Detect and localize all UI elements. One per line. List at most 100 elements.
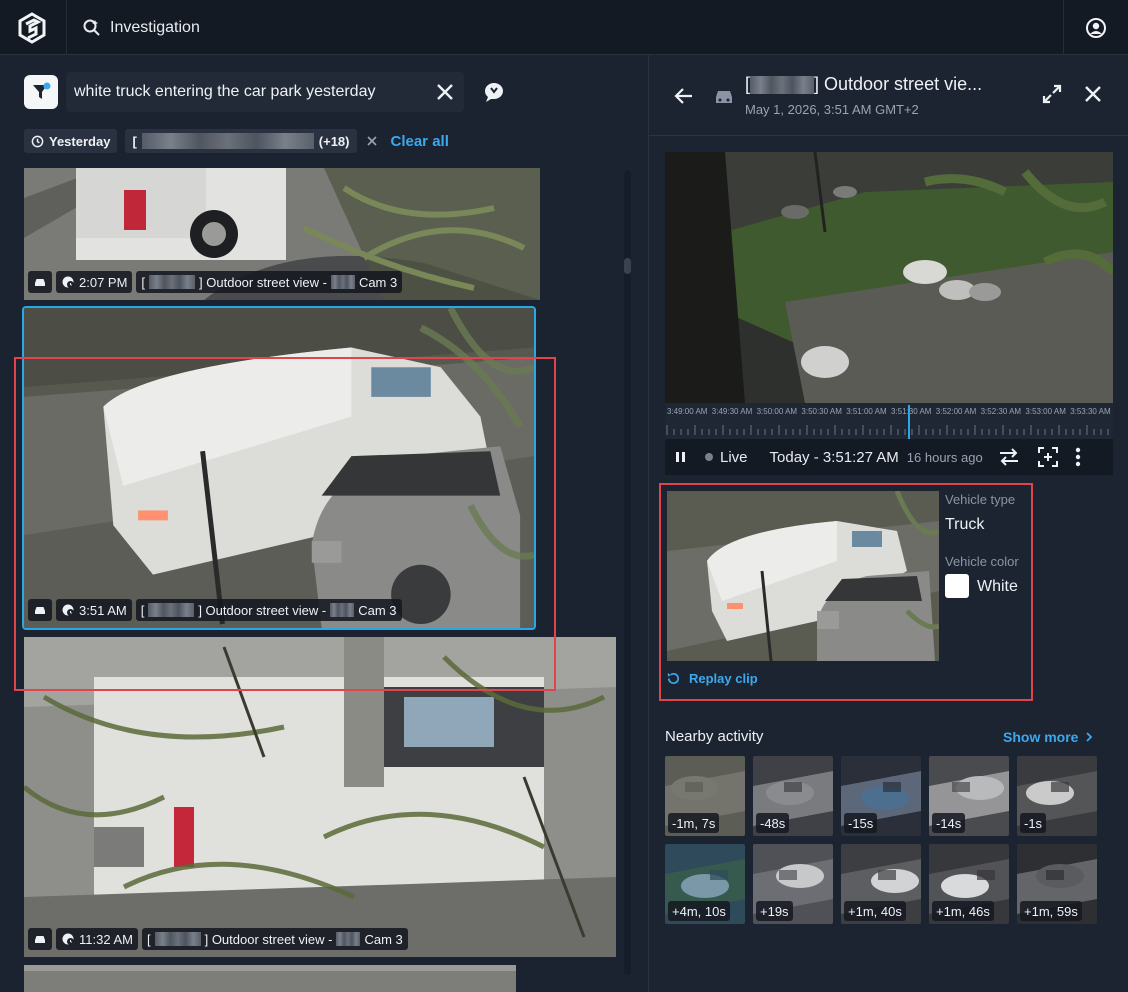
timeline-label: 3:51:30 AM	[891, 407, 932, 416]
video-player[interactable]: 3:49:00 AM 3:49:30 AM 3:50:00 AM 3:50:30 AM…	[665, 152, 1113, 475]
vehicle-color-value: White	[977, 578, 1018, 595]
clear-all-link[interactable]: Clear all	[391, 133, 449, 150]
timeline-label: 3:53:00 AM	[1025, 407, 1066, 416]
globe-clock-icon	[62, 276, 74, 288]
divider	[649, 135, 1128, 136]
detection-snapshot[interactable]	[667, 491, 939, 661]
nearby-time-offset: -48s	[756, 813, 790, 833]
nearby-thumbnail[interactable]: -48s	[753, 756, 833, 836]
live-button[interactable]: Live	[720, 449, 748, 466]
timeline-label: 3:49:30 AM	[712, 407, 753, 416]
timeline-label: 3:49:00 AM	[667, 407, 708, 416]
divider	[1063, 0, 1064, 55]
top-bar: Investigation	[0, 0, 1128, 55]
redacted-site	[154, 932, 201, 946]
vehicle-type-value: Truck	[945, 516, 985, 533]
swap-camera-icon[interactable]	[997, 446, 1021, 468]
nearby-time-offset: -15s	[844, 813, 878, 833]
nav-investigation[interactable]: Investigation	[82, 16, 200, 40]
timeline-label: 3:51:00 AM	[846, 407, 887, 416]
bracket-text: [	[132, 133, 137, 149]
nearby-time-offset: +19s	[756, 901, 793, 921]
timeline-label: 3:50:30 AM	[801, 407, 842, 416]
nearby-time-offset: +4m, 10s	[668, 901, 730, 921]
result-location: ] Outdoor street view -	[199, 274, 327, 290]
filter-button[interactable]	[24, 75, 58, 109]
replay-clip-link[interactable]: Replay clip	[689, 671, 758, 686]
nearby-thumbnail[interactable]: +4m, 10s	[665, 844, 745, 924]
live-dot-icon	[705, 453, 713, 461]
replay-icon[interactable]	[666, 671, 681, 686]
result-card[interactable]	[24, 965, 516, 992]
car-icon	[716, 91, 732, 103]
nearby-thumbnail[interactable]: +1m, 46s	[929, 844, 1009, 924]
nearby-thumbnail[interactable]: -1m, 7s	[665, 756, 745, 836]
detail-subtitle: May 1, 2026, 3:51 AM GMT+2	[745, 102, 919, 117]
camera-filter-chip[interactable]: [ (+18)	[125, 129, 357, 153]
playback-relative-time: 16 hours ago	[906, 449, 983, 465]
nav-investigation-label: Investigation	[110, 19, 200, 36]
detection-details-box: Vehicle type Truck Vehicle color White R…	[659, 483, 1033, 701]
redacted-camera	[330, 275, 355, 289]
nearby-time-offset: +1m, 59s	[1020, 901, 1082, 921]
nearby-time-offset: +1m, 46s	[932, 901, 994, 921]
result-meta: 2:07 PM [] Outdoor street view - Cam 3	[28, 271, 403, 293]
redacted-site	[149, 275, 196, 289]
playback-timestamp: Today - 3:51:27 AM	[769, 448, 899, 466]
globe-clock-icon	[62, 933, 74, 945]
app-logo-icon[interactable]	[14, 10, 50, 46]
investigation-search-icon	[83, 19, 100, 36]
chevron-right-icon[interactable]	[1084, 731, 1094, 743]
nearby-thumbnail[interactable]: -1s	[1017, 756, 1097, 836]
vehicle-tag	[28, 271, 52, 293]
redacted-camera	[336, 932, 361, 946]
clear-search-icon[interactable]	[434, 81, 456, 103]
vehicle-tag	[28, 928, 52, 950]
nearby-time-offset: -14s	[932, 813, 966, 833]
more-options-icon[interactable]	[1075, 447, 1081, 467]
result-card[interactable]: 2:07 PM [] Outdoor street view - Cam 3	[24, 168, 540, 300]
pause-icon[interactable]	[675, 451, 687, 463]
focus-zoom-icon[interactable]	[1037, 446, 1059, 468]
nearby-thumbnail[interactable]: +1m, 59s	[1017, 844, 1097, 924]
camera-filter-count: (+18)	[318, 133, 350, 149]
nearby-thumbnail[interactable]: -14s	[929, 756, 1009, 836]
back-arrow-icon[interactable]	[673, 85, 695, 107]
nearby-thumbnail[interactable]: +1m, 40s	[841, 844, 921, 924]
selected-result-highlight	[14, 357, 556, 691]
result-meta: 11:32 AM [ ] Outdoor street view - Cam 3	[28, 928, 408, 950]
vehicle-type-label: Vehicle type	[945, 492, 1016, 507]
date-filter-label: Yesterday	[49, 133, 111, 149]
search-input[interactable]: white truck entering the car park yester…	[66, 72, 464, 112]
time-tag: 11:32 AM	[56, 928, 138, 950]
detail-panel: [] Outdoor street vie... May 1, 2026, 3:…	[648, 55, 1128, 992]
close-icon[interactable]	[1082, 83, 1104, 105]
redacted-site	[750, 76, 815, 95]
camera-video-frame	[665, 152, 1113, 403]
timeline-label: 3:50:00 AM	[757, 407, 798, 416]
filter-icon	[33, 82, 51, 99]
date-filter-chip[interactable]: Yesterday	[24, 129, 118, 153]
feedback-chat-icon[interactable]	[483, 81, 505, 103]
search-query-text[interactable]: white truck entering the car park yester…	[74, 83, 375, 101]
bracket-text: [	[146, 931, 151, 947]
remove-chip-icon[interactable]	[365, 134, 379, 148]
nearby-thumbnail[interactable]: -15s	[841, 756, 921, 836]
detail-title: [] Outdoor street vie...	[745, 74, 982, 95]
playback-controls: Live Today - 3:51:27 AM 16 hours ago	[665, 439, 1113, 475]
result-location: ] Outdoor street view -	[204, 931, 333, 947]
playback-timeline[interactable]: 3:49:00 AM 3:49:30 AM 3:50:00 AM 3:50:30 AM…	[665, 403, 1113, 439]
user-account-icon[interactable]	[1084, 16, 1108, 40]
result-thumbnail	[24, 965, 516, 992]
detail-title-text: ] Outdoor street vie...	[814, 74, 983, 94]
clock-icon	[31, 135, 44, 147]
divider	[66, 0, 67, 55]
results-panel: white truck entering the car park yester…	[0, 55, 648, 992]
car-icon	[35, 936, 45, 943]
show-more-link[interactable]: Show more	[1003, 729, 1078, 745]
nearby-thumbnail[interactable]: +19s	[753, 844, 833, 924]
expand-icon[interactable]	[1041, 83, 1063, 105]
vehicle-color-label: Vehicle color	[945, 554, 1019, 569]
result-cam: Cam 3	[364, 931, 403, 947]
car-icon	[35, 279, 45, 286]
